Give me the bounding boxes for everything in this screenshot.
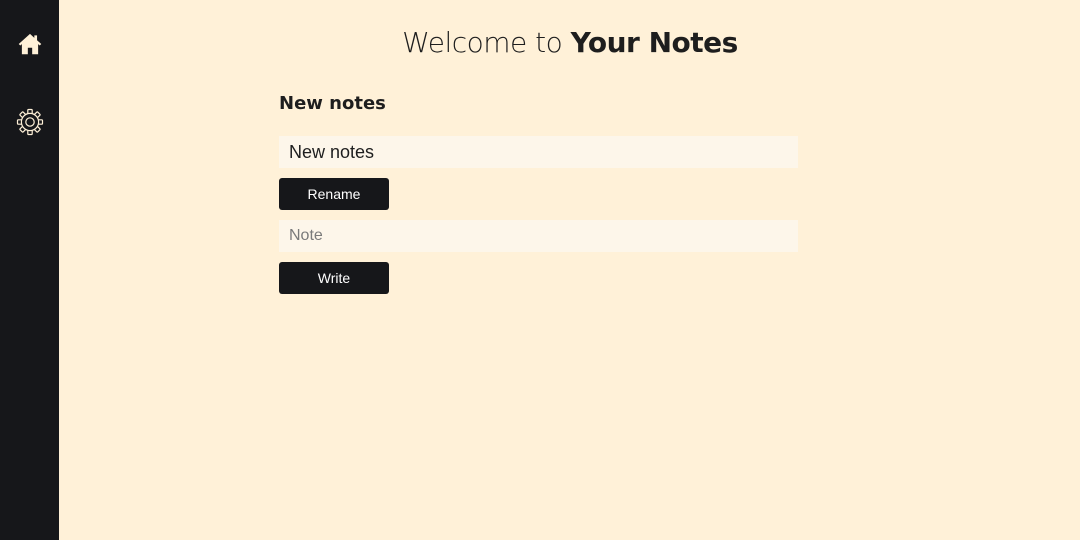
notebook-heading: New notes (279, 93, 386, 114)
notebook-name-input[interactable] (279, 136, 798, 168)
sidebar-item-home[interactable] (0, 22, 59, 66)
sidebar (0, 0, 59, 540)
write-button[interactable]: Write (279, 262, 389, 294)
main-content: Welcome to Your Notes New notes Rename W… (60, 0, 1080, 540)
note-input[interactable] (279, 220, 798, 252)
title-emphasis: Your Notes (570, 26, 739, 59)
gear-icon (16, 108, 43, 136)
title-prefix: Welcome to (402, 26, 571, 59)
home-icon (18, 33, 41, 55)
sidebar-item-settings[interactable] (0, 100, 59, 144)
rename-button[interactable]: Rename (279, 178, 389, 210)
page-title: Welcome to Your Notes (60, 26, 1080, 59)
